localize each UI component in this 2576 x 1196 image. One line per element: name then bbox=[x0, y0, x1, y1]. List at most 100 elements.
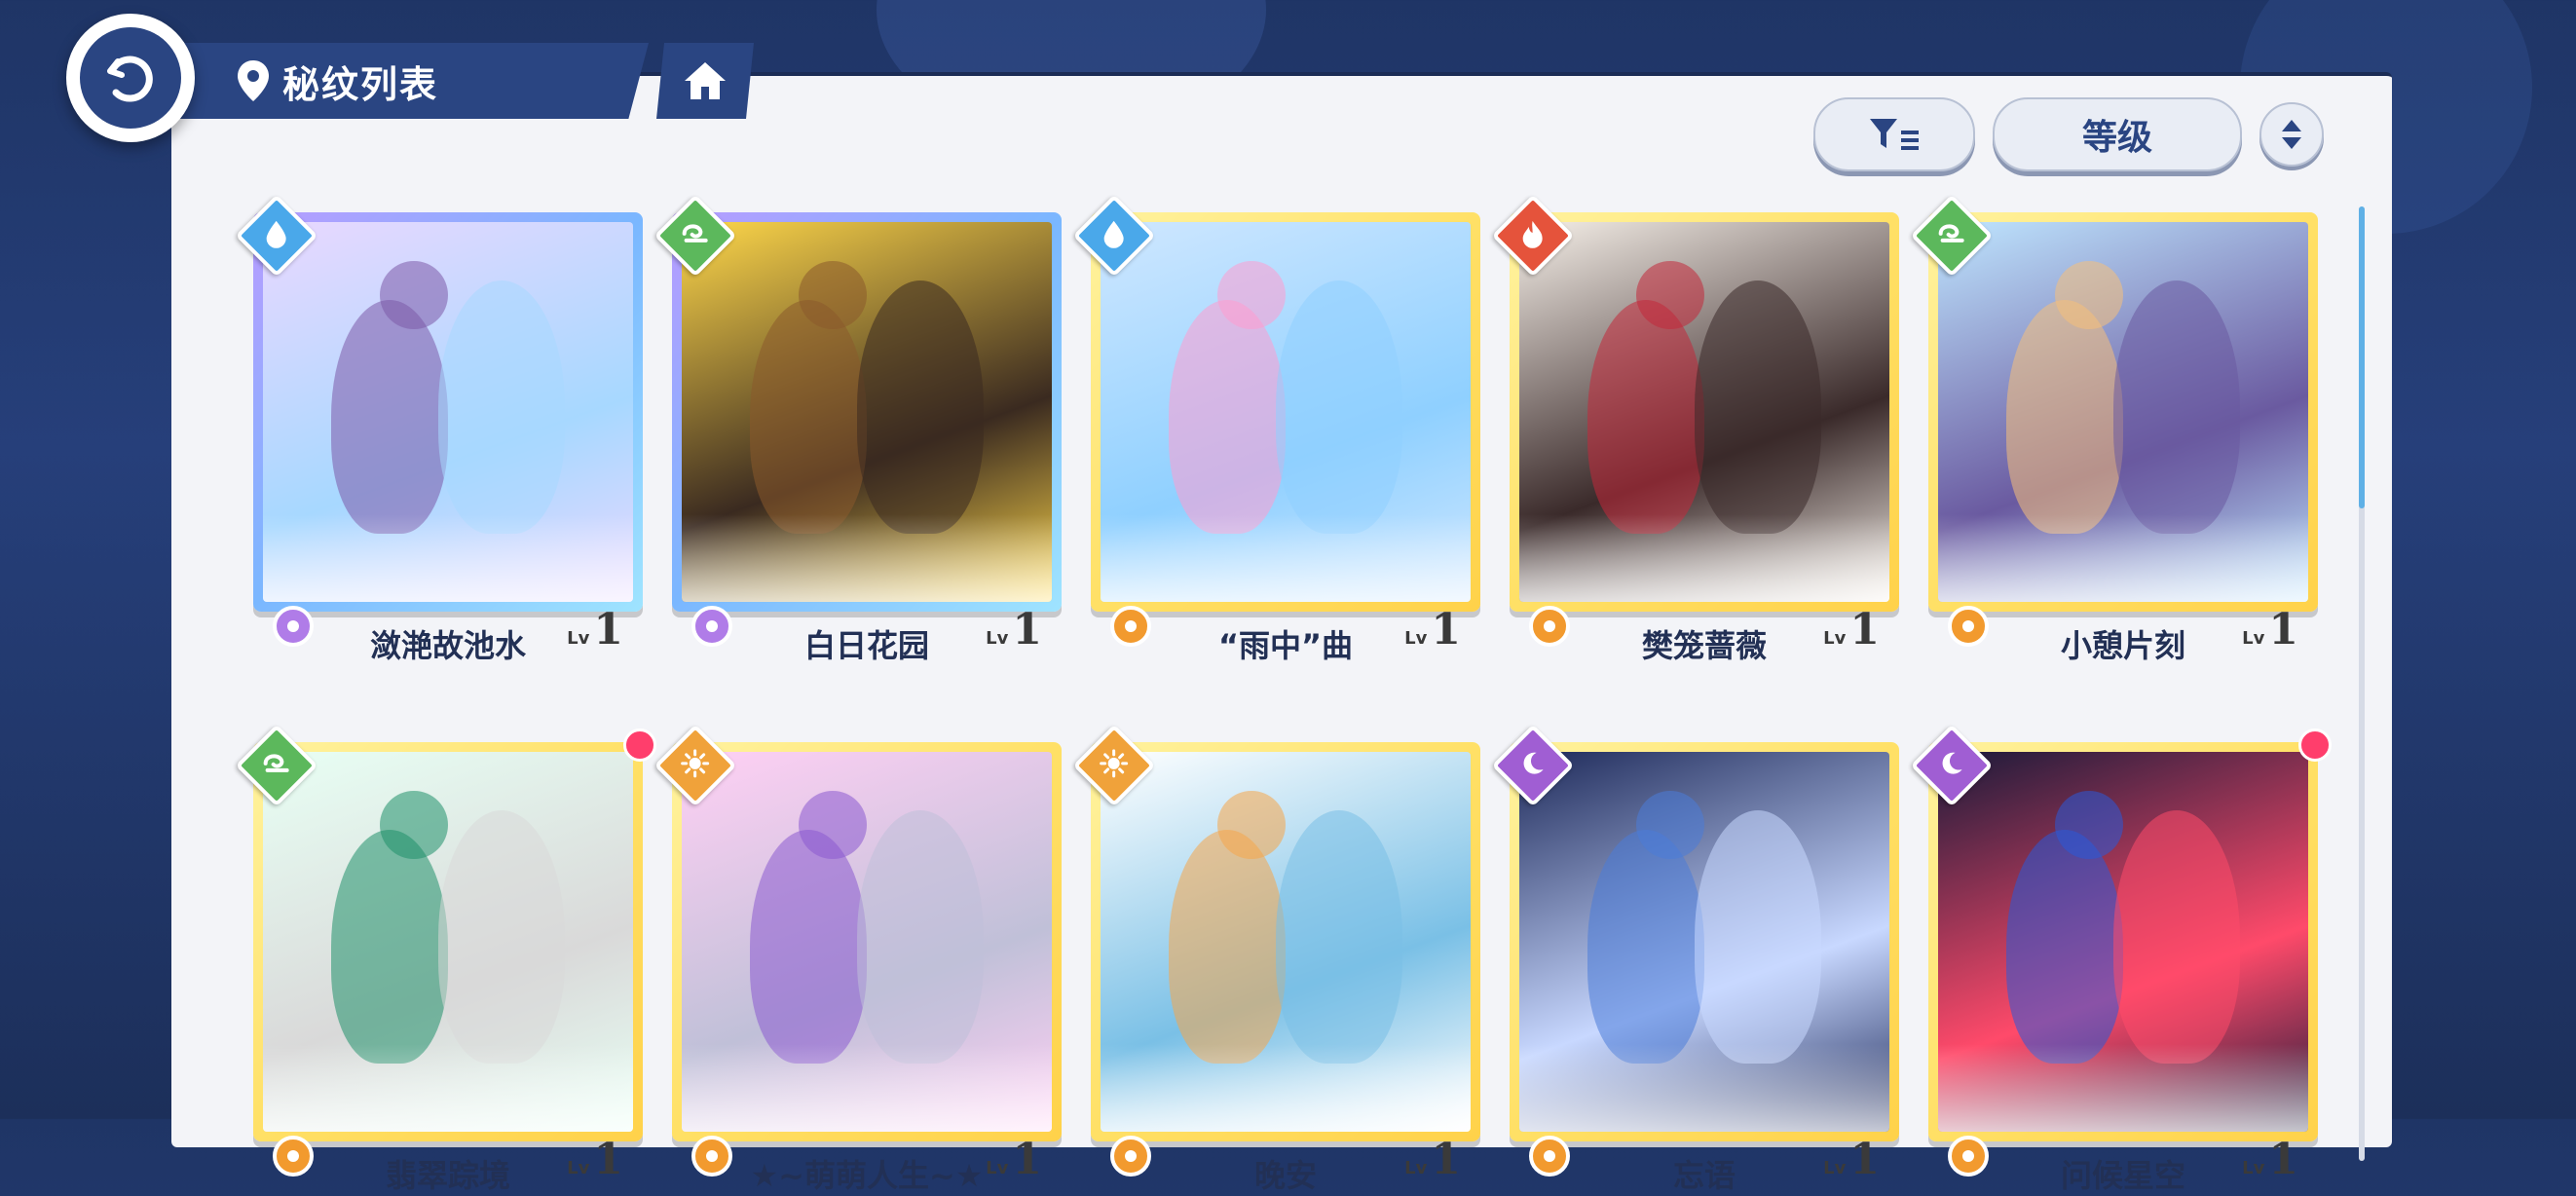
level-value: 1 bbox=[1012, 605, 1042, 654]
back-button[interactable] bbox=[66, 14, 195, 142]
rune-card[interactable]: Lv1 翡翠踪境 bbox=[235, 724, 656, 1194]
card-frame bbox=[1510, 742, 1899, 1141]
rune-card[interactable]: Lv1 忘语 bbox=[1491, 724, 1899, 1194]
card-frame bbox=[253, 742, 643, 1141]
level-label: Lv1 bbox=[1823, 1135, 1880, 1184]
rune-card[interactable]: Lv1 晚安 bbox=[1072, 724, 1480, 1194]
artwork-figure bbox=[1636, 261, 1704, 329]
artwork-figure bbox=[750, 830, 867, 1064]
level-value: 1 bbox=[1849, 1135, 1880, 1184]
rarity-disc-icon bbox=[691, 1136, 732, 1177]
page-title: 秘纹列表 bbox=[282, 62, 439, 106]
artwork-figure bbox=[1217, 791, 1286, 859]
sort-descending-icon bbox=[2282, 137, 2301, 149]
rune-card[interactable]: Lv1 潋滟故池水 bbox=[235, 194, 643, 664]
card-frame bbox=[1091, 742, 1480, 1141]
rune-card[interactable]: Lv1 问候星空 bbox=[1910, 724, 2332, 1194]
rune-card[interactable]: Lv1 “雨中”曲 bbox=[1072, 194, 1480, 664]
level-label: Lv1 bbox=[2242, 605, 2298, 654]
level-value: 1 bbox=[593, 1135, 623, 1184]
card-artwork bbox=[263, 752, 633, 1132]
artwork-figure bbox=[1695, 810, 1821, 1064]
artwork-figure bbox=[380, 791, 448, 859]
rune-card[interactable]: Lv1 ★~萌萌人生~★ bbox=[653, 724, 1062, 1194]
card-frame bbox=[1928, 742, 2318, 1141]
rarity-disc-icon bbox=[1948, 606, 1989, 647]
level-tag: Lv bbox=[2242, 1158, 2265, 1178]
artwork-figure bbox=[1169, 300, 1286, 534]
sort-order-toggle[interactable] bbox=[2259, 102, 2324, 167]
card-artwork bbox=[682, 222, 1052, 602]
level-label: Lv1 bbox=[567, 1135, 623, 1184]
level-label: Lv1 bbox=[986, 1135, 1042, 1184]
artwork-figure bbox=[2055, 261, 2123, 329]
card-frame bbox=[253, 212, 643, 612]
artwork-figure bbox=[2113, 280, 2240, 534]
level-value: 1 bbox=[2268, 605, 2298, 654]
artwork-figure bbox=[857, 280, 984, 534]
scrollbar-thumb[interactable] bbox=[2359, 206, 2365, 508]
artwork-figure bbox=[1276, 280, 1402, 534]
new-indicator-dot bbox=[623, 729, 656, 762]
rune-card[interactable]: Lv1 樊笼蔷薇 bbox=[1491, 194, 1899, 664]
artwork-figure bbox=[2006, 830, 2123, 1064]
artwork-shine bbox=[1101, 514, 1471, 602]
card-frame bbox=[1510, 212, 1899, 612]
level-value: 1 bbox=[1431, 1135, 1461, 1184]
artwork-figure bbox=[1636, 791, 1704, 859]
level-tag: Lv bbox=[567, 628, 590, 649]
rune-card[interactable]: Lv1 白日花园 bbox=[653, 194, 1062, 664]
level-value: 1 bbox=[1431, 605, 1461, 654]
home-button[interactable] bbox=[656, 43, 754, 119]
artwork-figure bbox=[380, 261, 448, 329]
rarity-disc-icon bbox=[1110, 1136, 1151, 1177]
card-grid: Lv1 潋滟故池水 Lv1 白日花园 Lv1 “雨中”曲 Lv1 樊笼蔷薇 Lv… bbox=[235, 194, 2332, 1194]
filter-icon bbox=[1870, 119, 1919, 150]
card-artwork bbox=[1519, 222, 1889, 602]
artwork-figure bbox=[857, 810, 984, 1064]
rune-card[interactable]: Lv1 小憩片刻 bbox=[1910, 194, 2318, 664]
level-value: 1 bbox=[2268, 1135, 2298, 1184]
card-artwork bbox=[1519, 752, 1889, 1132]
filter-button[interactable] bbox=[1813, 97, 1975, 171]
card-artwork bbox=[1101, 752, 1471, 1132]
level-tag: Lv bbox=[2242, 628, 2265, 649]
artwork-figure bbox=[331, 830, 448, 1064]
level-tag: Lv bbox=[1404, 1158, 1428, 1178]
sort-ascending-icon bbox=[2282, 120, 2301, 131]
artwork-figure bbox=[2006, 300, 2123, 534]
sort-by-level-dropdown[interactable]: 等级 bbox=[1993, 97, 2242, 171]
level-value: 1 bbox=[593, 605, 623, 654]
artwork-figure bbox=[799, 791, 867, 859]
scrollbar[interactable] bbox=[2359, 206, 2365, 1161]
title-bar: 秘纹列表 bbox=[146, 43, 649, 119]
artwork-figure bbox=[1276, 810, 1402, 1064]
sort-bar: 等级 bbox=[1813, 97, 2324, 171]
card-artwork bbox=[263, 222, 633, 602]
level-tag: Lv bbox=[567, 1158, 590, 1178]
artwork-figure bbox=[1587, 300, 1704, 534]
artwork-figure bbox=[2113, 810, 2240, 1064]
card-artwork bbox=[1101, 222, 1471, 602]
level-value: 1 bbox=[1849, 605, 1880, 654]
level-tag: Lv bbox=[986, 628, 1009, 649]
artwork-figure bbox=[1695, 280, 1821, 534]
artwork-figure bbox=[1587, 830, 1704, 1064]
card-artwork bbox=[1938, 222, 2308, 602]
artwork-figure bbox=[2055, 791, 2123, 859]
level-label: Lv1 bbox=[986, 605, 1042, 654]
card-frame bbox=[672, 212, 1062, 612]
level-tag: Lv bbox=[1823, 1158, 1847, 1178]
artwork-figure bbox=[750, 300, 867, 534]
card-frame bbox=[1091, 212, 1480, 612]
level-tag: Lv bbox=[1823, 628, 1847, 649]
rarity-disc-icon bbox=[691, 606, 732, 647]
artwork-figure bbox=[1217, 261, 1286, 329]
card-frame bbox=[1928, 212, 2318, 612]
artwork-figure bbox=[438, 280, 565, 534]
rarity-disc-icon bbox=[1529, 1136, 1570, 1177]
artwork-shine bbox=[263, 514, 633, 602]
level-value: 1 bbox=[1012, 1135, 1042, 1184]
artwork-shine bbox=[1938, 514, 2308, 602]
artwork-figure bbox=[331, 300, 448, 534]
